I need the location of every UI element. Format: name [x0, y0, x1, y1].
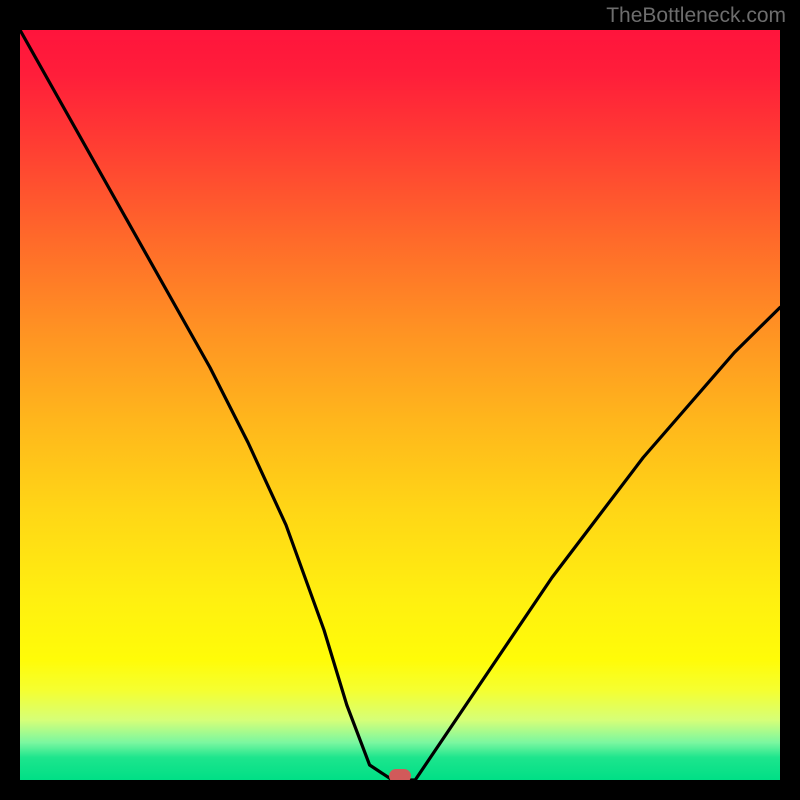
- bottleneck-curve: [20, 30, 780, 780]
- watermark-text: TheBottleneck.com: [606, 4, 786, 28]
- chart-frame: TheBottleneck.com: [0, 0, 800, 800]
- bottleneck-marker: [389, 769, 411, 780]
- plot-area: [20, 30, 780, 780]
